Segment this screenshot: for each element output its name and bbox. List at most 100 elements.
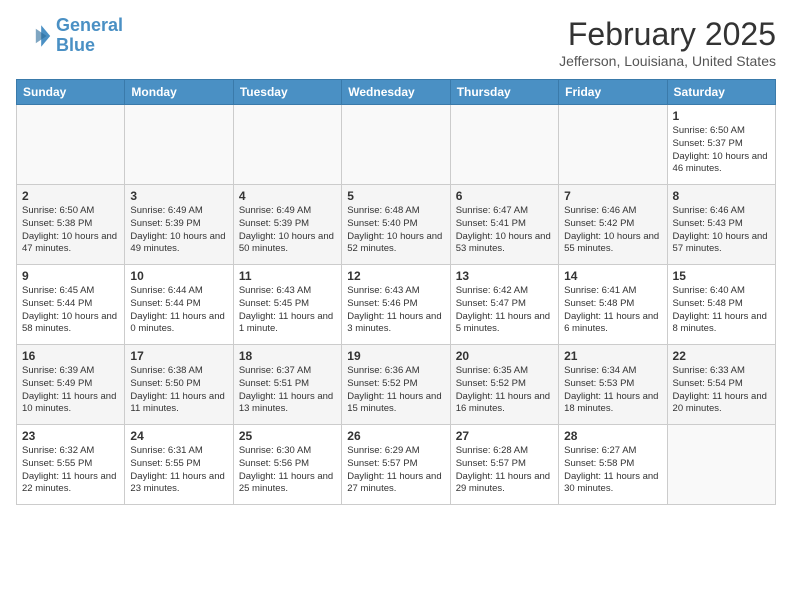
day-info: Sunrise: 6:47 AM Sunset: 5:41 PM Dayligh…: [456, 205, 553, 256]
day-cell: 14 Sunrise: 6:41 AM Sunset: 5:48 PM Dayli…: [559, 265, 667, 345]
day-info: Sunrise: 6:43 AM Sunset: 5:46 PM Dayligh…: [347, 285, 444, 336]
day-number: 22: [673, 349, 770, 363]
day-info: Sunrise: 6:44 AM Sunset: 5:44 PM Dayligh…: [130, 285, 227, 336]
day-cell: [233, 105, 341, 185]
day-cell: [559, 105, 667, 185]
logo: General Blue: [16, 16, 123, 56]
day-cell: 22 Sunrise: 6:33 AM Sunset: 5:54 PM Dayli…: [667, 345, 775, 425]
day-cell: 8 Sunrise: 6:46 AM Sunset: 5:43 PM Daylig…: [667, 185, 775, 265]
day-number: 19: [347, 349, 444, 363]
day-info: Sunrise: 6:41 AM Sunset: 5:48 PM Dayligh…: [564, 285, 661, 336]
day-number: 21: [564, 349, 661, 363]
weekday-friday: Friday: [559, 80, 667, 105]
page-header: General Blue February 2025 Jefferson, Lo…: [16, 16, 776, 69]
day-cell: [125, 105, 233, 185]
day-number: 8: [673, 189, 770, 203]
day-cell: 9Sunrise: 6:45 AM Sunset: 5:44 PM Daylig…: [17, 265, 125, 345]
day-cell: 13 Sunrise: 6:42 AM Sunset: 5:47 PM Dayli…: [450, 265, 558, 345]
day-cell: [342, 105, 450, 185]
day-cell: [667, 425, 775, 505]
day-number: 12: [347, 269, 444, 283]
day-number: 4: [239, 189, 336, 203]
day-number: 25: [239, 429, 336, 443]
week-row-5: 23 Sunrise: 6:32 AM Sunset: 5:55 PM Dayli…: [17, 425, 776, 505]
day-info: Sunrise: 6:35 AM Sunset: 5:52 PM Dayligh…: [456, 365, 553, 416]
day-cell: 27 Sunrise: 6:28 AM Sunset: 5:57 PM Dayli…: [450, 425, 558, 505]
day-cell: 15 Sunrise: 6:40 AM Sunset: 5:48 PM Dayli…: [667, 265, 775, 345]
weekday-header-row: SundayMondayTuesdayWednesdayThursdayFrid…: [17, 80, 776, 105]
day-cell: 16 Sunrise: 6:39 AM Sunset: 5:49 PM Dayli…: [17, 345, 125, 425]
week-row-1: 1 Sunrise: 6:50 AM Sunset: 5:37 PM Daylig…: [17, 105, 776, 185]
day-info: Sunrise: 6:32 AM Sunset: 5:55 PM Dayligh…: [22, 445, 119, 496]
day-info: Sunrise: 6:46 AM Sunset: 5:43 PM Dayligh…: [673, 205, 770, 256]
day-cell: 1 Sunrise: 6:50 AM Sunset: 5:37 PM Daylig…: [667, 105, 775, 185]
day-info: Sunrise: 6:40 AM Sunset: 5:48 PM Dayligh…: [673, 285, 770, 336]
day-number: 15: [673, 269, 770, 283]
weekday-sunday: Sunday: [17, 80, 125, 105]
week-row-4: 16 Sunrise: 6:39 AM Sunset: 5:49 PM Dayli…: [17, 345, 776, 425]
day-number: 10: [130, 269, 227, 283]
location: Jefferson, Louisiana, United States: [559, 53, 776, 69]
day-number: 28: [564, 429, 661, 443]
day-cell: 6 Sunrise: 6:47 AM Sunset: 5:41 PM Daylig…: [450, 185, 558, 265]
day-cell: 10 Sunrise: 6:44 AM Sunset: 5:44 PM Dayli…: [125, 265, 233, 345]
day-cell: 26Sunrise: 6:29 AM Sunset: 5:57 PM Dayli…: [342, 425, 450, 505]
day-number: 26: [347, 429, 444, 443]
day-cell: 3 Sunrise: 6:49 AM Sunset: 5:39 PM Daylig…: [125, 185, 233, 265]
title-block: February 2025 Jefferson, Louisiana, Unit…: [559, 16, 776, 69]
day-number: 13: [456, 269, 553, 283]
day-info: Sunrise: 6:39 AM Sunset: 5:49 PM Dayligh…: [22, 365, 119, 416]
day-cell: 11 Sunrise: 6:43 AM Sunset: 5:45 PM Dayli…: [233, 265, 341, 345]
day-number: 16: [22, 349, 119, 363]
weekday-wednesday: Wednesday: [342, 80, 450, 105]
day-number: 11: [239, 269, 336, 283]
day-cell: 19 Sunrise: 6:36 AM Sunset: 5:52 PM Dayli…: [342, 345, 450, 425]
weekday-saturday: Saturday: [667, 80, 775, 105]
day-number: 2: [22, 189, 119, 203]
day-cell: 18 Sunrise: 6:37 AM Sunset: 5:51 PM Dayli…: [233, 345, 341, 425]
logo-line1: General: [56, 15, 123, 35]
day-info: Sunrise: 6:42 AM Sunset: 5:47 PM Dayligh…: [456, 285, 553, 336]
day-cell: 7Sunrise: 6:46 AM Sunset: 5:42 PM Daylig…: [559, 185, 667, 265]
day-info: Sunrise: 6:48 AM Sunset: 5:40 PM Dayligh…: [347, 205, 444, 256]
day-info: Sunrise: 6:37 AM Sunset: 5:51 PM Dayligh…: [239, 365, 336, 416]
day-number: 20: [456, 349, 553, 363]
day-cell: 23 Sunrise: 6:32 AM Sunset: 5:55 PM Dayli…: [17, 425, 125, 505]
weekday-monday: Monday: [125, 80, 233, 105]
day-cell: 20 Sunrise: 6:35 AM Sunset: 5:52 PM Dayli…: [450, 345, 558, 425]
day-info: Sunrise: 6:33 AM Sunset: 5:54 PM Dayligh…: [673, 365, 770, 416]
week-row-3: 9Sunrise: 6:45 AM Sunset: 5:44 PM Daylig…: [17, 265, 776, 345]
day-info: Sunrise: 6:49 AM Sunset: 5:39 PM Dayligh…: [130, 205, 227, 256]
day-info: Sunrise: 6:34 AM Sunset: 5:53 PM Dayligh…: [564, 365, 661, 416]
day-cell: 24 Sunrise: 6:31 AM Sunset: 5:55 PM Dayli…: [125, 425, 233, 505]
day-number: 18: [239, 349, 336, 363]
day-cell: 2Sunrise: 6:50 AM Sunset: 5:38 PM Daylig…: [17, 185, 125, 265]
day-info: Sunrise: 6:49 AM Sunset: 5:39 PM Dayligh…: [239, 205, 336, 256]
day-number: 1: [673, 109, 770, 123]
logo-text: General Blue: [56, 16, 123, 56]
day-info: Sunrise: 6:36 AM Sunset: 5:52 PM Dayligh…: [347, 365, 444, 416]
day-number: 24: [130, 429, 227, 443]
day-info: Sunrise: 6:45 AM Sunset: 5:44 PM Dayligh…: [22, 285, 119, 336]
weekday-thursday: Thursday: [450, 80, 558, 105]
day-number: 7: [564, 189, 661, 203]
day-number: 23: [22, 429, 119, 443]
day-number: 14: [564, 269, 661, 283]
day-cell: 17Sunrise: 6:38 AM Sunset: 5:50 PM Dayli…: [125, 345, 233, 425]
day-info: Sunrise: 6:31 AM Sunset: 5:55 PM Dayligh…: [130, 445, 227, 496]
day-cell: 12 Sunrise: 6:43 AM Sunset: 5:46 PM Dayli…: [342, 265, 450, 345]
day-cell: [450, 105, 558, 185]
day-info: Sunrise: 6:43 AM Sunset: 5:45 PM Dayligh…: [239, 285, 336, 336]
day-info: Sunrise: 6:28 AM Sunset: 5:57 PM Dayligh…: [456, 445, 553, 496]
logo-line2: Blue: [56, 35, 95, 55]
day-cell: 25Sunrise: 6:30 AM Sunset: 5:56 PM Dayli…: [233, 425, 341, 505]
day-cell: 4 Sunrise: 6:49 AM Sunset: 5:39 PM Daylig…: [233, 185, 341, 265]
day-number: 3: [130, 189, 227, 203]
calendar: SundayMondayTuesdayWednesdayThursdayFrid…: [16, 79, 776, 505]
day-info: Sunrise: 6:50 AM Sunset: 5:37 PM Dayligh…: [673, 125, 770, 176]
day-number: 6: [456, 189, 553, 203]
day-number: 27: [456, 429, 553, 443]
logo-icon: [16, 18, 52, 54]
weekday-tuesday: Tuesday: [233, 80, 341, 105]
month-title: February 2025: [559, 16, 776, 53]
